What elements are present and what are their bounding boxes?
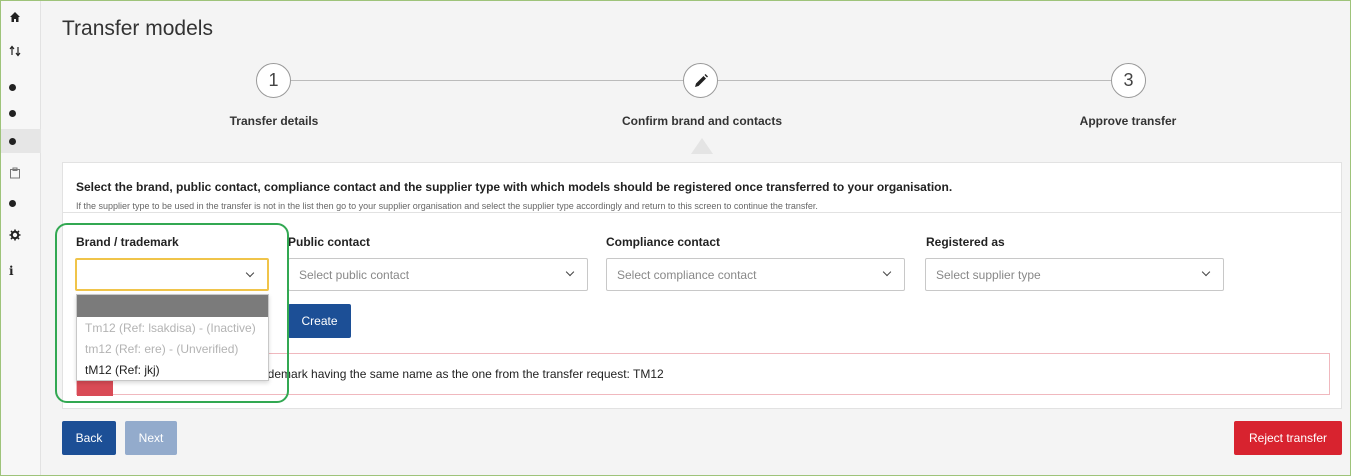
step-pointer [691,138,713,154]
step-1-circle: 1 [256,63,291,98]
panel-title: Select the brand, public contact, compli… [76,180,953,194]
dot-icon[interactable] [1,129,41,153]
chevron-down-icon [882,267,892,277]
step-2-label: Confirm brand and contacts [621,114,783,128]
back-button[interactable]: Back [62,421,116,455]
page-title: Transfer models [62,17,213,40]
sort-arrows-icon[interactable] [1,39,41,63]
compliance-contact-select[interactable]: Select compliance contact [606,258,905,291]
pencil-icon [694,73,708,87]
dot-icon[interactable] [1,191,41,215]
stepper-connector [291,80,683,81]
create-button[interactable]: Create [288,304,351,338]
step-2-circle [683,63,718,98]
chevron-down-icon [565,267,575,277]
stepper-connector [718,80,1113,81]
clipboard-icon[interactable] [1,161,41,185]
compliance-contact-label: Compliance contact [606,235,721,249]
dot-icon[interactable] [1,75,41,99]
supplier-type-select[interactable]: Select supplier type [925,258,1224,291]
panel-note: If the supplier type to be used in the t… [76,201,818,211]
reject-transfer-button[interactable]: Reject transfer [1234,421,1342,455]
highlight-annotation [55,223,289,403]
sidebar: i [1,1,41,475]
panel-header: Select the brand, public contact, compli… [63,163,1341,213]
step-3-label: Approve transfer [1079,114,1177,128]
home-icon[interactable] [1,5,41,29]
registered-as-label: Registered as [926,235,1005,249]
step-1-label: Transfer details [229,114,319,128]
alert-text: d / trademark having the same name as th… [237,367,664,381]
public-contact-label: Public contact [288,235,371,249]
public-contact-select[interactable]: Select public contact [288,258,588,291]
chevron-down-icon [1201,267,1211,277]
next-button[interactable]: Next [125,421,177,455]
gear-icon[interactable] [1,223,41,247]
step-3-circle: 3 [1111,63,1146,98]
info-icon[interactable]: i [1,259,41,283]
dot-icon[interactable] [1,101,41,125]
